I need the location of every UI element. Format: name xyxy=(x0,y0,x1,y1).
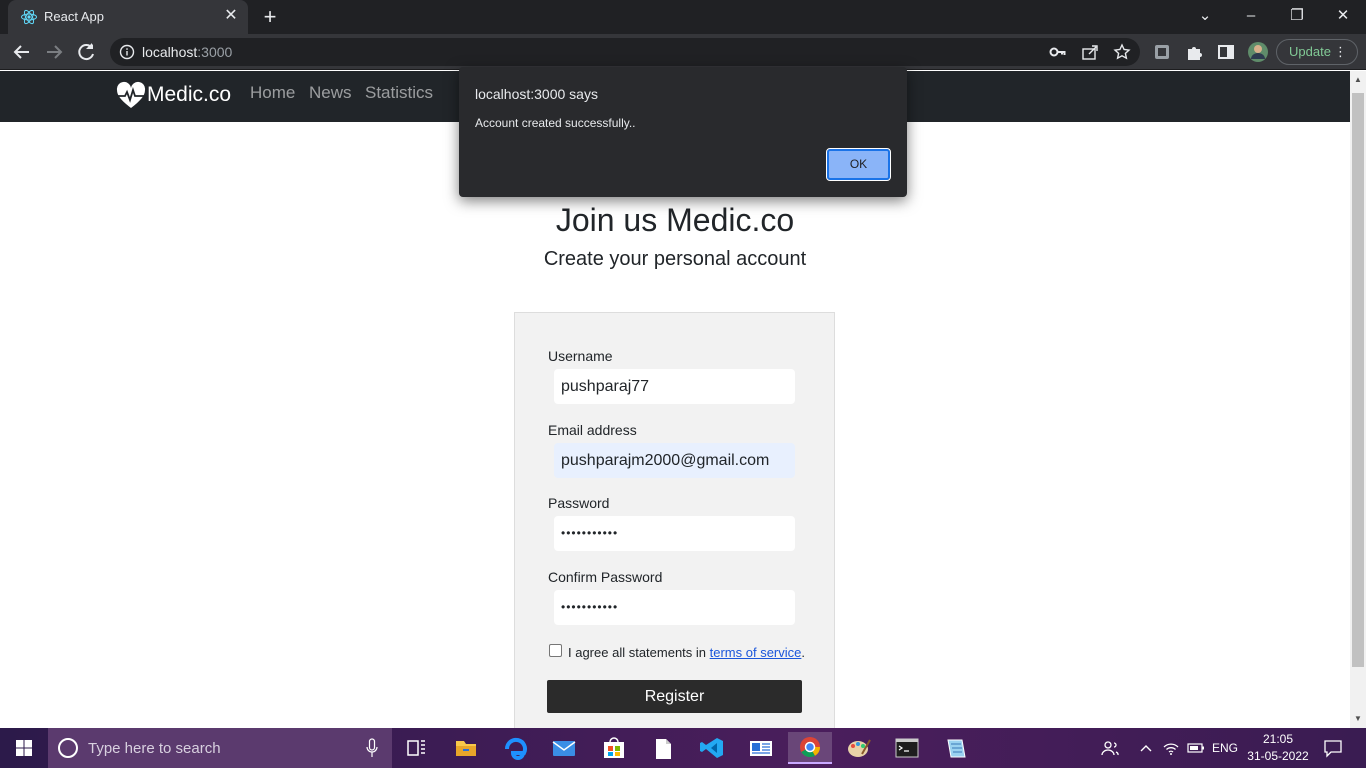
chrome-taskbar-button[interactable] xyxy=(788,732,832,764)
tab-search-icon[interactable]: ⌄ xyxy=(1182,0,1228,34)
agree-checkbox[interactable] xyxy=(549,644,562,657)
alert-message: Account created successfully.. xyxy=(475,116,636,130)
cortana-icon[interactable] xyxy=(58,738,78,758)
agree-text: I agree all statements in terms of servi… xyxy=(568,645,805,660)
update-button[interactable]: Update ⋮ xyxy=(1276,39,1358,65)
register-button[interactable]: Register xyxy=(547,680,802,713)
clock[interactable]: 21:05 31-05-2022 xyxy=(1246,731,1310,765)
more-vert-icon[interactable]: ⋮ xyxy=(1334,40,1347,64)
email-label: Email address xyxy=(548,422,637,438)
arrow-right-icon xyxy=(47,45,63,59)
reload-button[interactable] xyxy=(72,38,100,66)
agree-label: I agree all statements in xyxy=(568,645,710,660)
ok-button[interactable]: OK xyxy=(826,148,891,181)
mail-icon[interactable] xyxy=(544,732,584,764)
browser-toolbar: localhost:3000 Update ⋮ xyxy=(0,34,1366,70)
password-label: Password xyxy=(548,495,610,511)
nav-link-home[interactable]: Home xyxy=(250,83,295,103)
extension-app-icon xyxy=(1155,45,1169,59)
share-icon[interactable] xyxy=(1081,43,1099,61)
scrollbar-thumb[interactable] xyxy=(1352,93,1364,667)
address-bar[interactable]: localhost:3000 xyxy=(110,38,1140,66)
nav-link-news[interactable]: News xyxy=(309,83,352,103)
search-placeholder: Type here to search xyxy=(88,740,221,757)
document-icon[interactable] xyxy=(643,732,683,764)
taskbar: Type here to search ENG 21:05 31-05-2022 xyxy=(0,728,1366,768)
url-text: localhost:3000 xyxy=(142,44,232,60)
clock-date: 31-05-2022 xyxy=(1247,749,1309,763)
tab-title: React App xyxy=(44,9,104,24)
info-icon[interactable] xyxy=(119,44,135,60)
people-icon[interactable] xyxy=(1100,738,1120,758)
language-indicator[interactable]: ENG xyxy=(1212,741,1238,761)
clock-time: 21:05 xyxy=(1262,732,1294,746)
avatar xyxy=(1248,42,1268,62)
terminal-icon[interactable] xyxy=(887,732,927,764)
brand-name: Medic.co xyxy=(147,83,232,106)
arrow-left-icon xyxy=(13,45,29,59)
chrome-icon xyxy=(800,737,821,758)
windows-icon xyxy=(16,740,32,756)
taskbar-search[interactable]: Type here to search xyxy=(48,728,392,768)
browser-tabstrip: React App ✕ + ⌄ – ❐ ✕ xyxy=(0,0,1366,34)
alert-dialog: localhost:3000 says Account created succ… xyxy=(459,67,907,197)
page-scrollbar[interactable]: ▲ ▼ xyxy=(1350,71,1366,728)
scroll-down-icon[interactable]: ▼ xyxy=(1350,712,1366,726)
wifi-icon[interactable] xyxy=(1162,738,1180,758)
nav-link-statistics[interactable]: Statistics xyxy=(365,83,433,103)
page-subtitle: Create your personal account xyxy=(543,248,807,270)
star-icon[interactable] xyxy=(1113,43,1131,61)
username-field[interactable]: pushparaj77 xyxy=(554,369,795,404)
task-view-icon[interactable] xyxy=(396,732,436,764)
side-panel-icon xyxy=(1218,45,1234,59)
store-icon[interactable] xyxy=(594,732,634,764)
email-field[interactable]: pushparajm2000@gmail.com xyxy=(554,443,795,478)
battery-icon[interactable] xyxy=(1186,738,1206,758)
confirm-password-label: Confirm Password xyxy=(548,569,663,585)
paint-icon[interactable] xyxy=(838,732,878,764)
extensions-button[interactable] xyxy=(1180,38,1208,66)
password-field[interactable]: ••••••••••• xyxy=(554,516,795,551)
react-icon xyxy=(21,9,37,25)
minimize-button[interactable]: – xyxy=(1228,0,1274,34)
start-button[interactable] xyxy=(0,728,48,768)
forward-button[interactable] xyxy=(40,38,68,66)
new-tab-button[interactable]: + xyxy=(258,6,282,28)
notification-icon[interactable] xyxy=(1323,738,1343,758)
vscode-icon[interactable] xyxy=(692,732,732,764)
url-host: localhost xyxy=(142,44,198,60)
restore-button[interactable]: ❐ xyxy=(1274,0,1320,34)
browser-tab[interactable]: React App ✕ xyxy=(8,0,248,34)
news-app-icon[interactable] xyxy=(741,732,781,764)
chevron-up-icon[interactable] xyxy=(1138,738,1154,758)
alert-title: localhost:3000 says xyxy=(475,86,598,102)
side-panel-button[interactable] xyxy=(1212,38,1240,66)
update-label: Update xyxy=(1289,44,1331,59)
back-button[interactable] xyxy=(8,38,36,66)
heart-pulse-icon xyxy=(116,81,146,108)
terms-of-service-link[interactable]: terms of service xyxy=(710,645,802,660)
page-title: Join us Medic.co xyxy=(555,202,795,238)
agree-suffix: . xyxy=(801,645,806,660)
file-explorer-icon[interactable] xyxy=(446,732,486,764)
register-form: Username pushparaj77 Email address pushp… xyxy=(514,312,835,742)
edge-icon[interactable] xyxy=(496,732,536,764)
username-label: Username xyxy=(548,348,613,364)
confirm-password-field[interactable]: ••••••••••• xyxy=(554,590,795,625)
profile-button[interactable] xyxy=(1244,38,1272,66)
scroll-up-icon[interactable]: ▲ xyxy=(1350,73,1366,87)
notes-app-icon[interactable] xyxy=(936,732,976,764)
close-tab-icon[interactable]: ✕ xyxy=(222,7,240,25)
puzzle-icon xyxy=(1188,47,1202,60)
extension-button[interactable] xyxy=(1148,38,1176,66)
url-port: :3000 xyxy=(197,44,233,60)
close-window-button[interactable]: ✕ xyxy=(1320,0,1366,34)
microphone-icon[interactable] xyxy=(366,738,378,758)
reload-icon xyxy=(78,43,94,61)
key-icon[interactable] xyxy=(1048,43,1066,61)
